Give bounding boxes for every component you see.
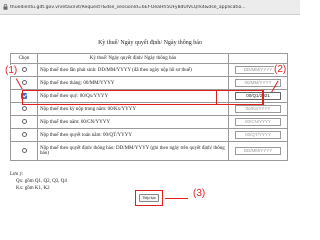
annotation-label-2: (2)	[274, 64, 287, 75]
pointer-line-3	[165, 198, 188, 200]
row-radio[interactable]	[21, 67, 27, 73]
notes-line-qx: Qx: gồm Q1, Q2, Q3, Q4	[16, 179, 67, 184]
table-row: Nộp thuế theo quyết toán năm: 00/QT/YYYY…	[10, 128, 288, 142]
input-cell: 00/MM/YYYY	[228, 76, 288, 90]
date-input[interactable]: 00/CN/YYYY	[235, 118, 281, 126]
row-radio[interactable]	[21, 119, 27, 125]
row-radio[interactable]	[21, 132, 27, 138]
date-input[interactable]: DD/MM/YYYY	[235, 147, 281, 155]
row-label: Nộp thuế theo quyết toán năm: 00/QT/YYYY	[37, 128, 229, 142]
row-label: Nộp thuế theo năm: 00/CN/YYYY	[37, 115, 229, 129]
table-row: Nộp thuế theo tháng: 00/MM/YYYY 00/MM/YY…	[10, 76, 288, 90]
table-row: Nộp thuế theo năm: 00/CN/YYYY 00/CN/YYYY	[10, 115, 288, 129]
select-cell	[10, 141, 38, 161]
row-radio[interactable]	[21, 80, 27, 86]
notes-title: Lưu ý:	[10, 172, 24, 177]
annotation-label-3: (3)	[193, 188, 206, 199]
select-cell	[10, 128, 38, 142]
row-radio[interactable]	[21, 148, 27, 154]
date-input[interactable]: 00/QT/YYYY	[235, 131, 281, 139]
input-cell: 00/CN/YYYY	[228, 115, 288, 129]
row-label: Nộp thuế theo quyết định/ thông báo: DD/…	[37, 141, 229, 161]
select-cell	[10, 115, 38, 129]
header-period: Kỳ thuế/ Ngày quyết định/ Ngày thông báo	[37, 53, 229, 64]
notes-line-kx: Kx: gồm K1, K2	[16, 186, 50, 191]
input-cell: DD/MM/YYYY	[228, 141, 288, 161]
header-input	[228, 53, 288, 64]
row-label: Nộp thuế theo lần phát sinh: DD/MM/YYYY …	[37, 63, 229, 77]
date-input-highlight	[216, 90, 263, 105]
input-cell: 00/QT/YYYY	[228, 128, 288, 142]
row-label: Nộp thuế theo tháng: 00/MM/YYYY	[37, 76, 229, 90]
tax-period-table: Chọn Kỳ thuế/ Ngày quyết định/ Ngày thôn…	[10, 53, 288, 161]
table-row: Nộp thuế theo quyết định/ thông báo: DD/…	[10, 141, 288, 161]
annotation-label-1: (1)	[5, 65, 18, 76]
header-select: Chọn	[10, 53, 38, 64]
url-text[interactable]: thuedientu.gdt.gov.vn/etaxnvt/Request?&d…	[10, 5, 280, 10]
lock-icon	[2, 4, 8, 10]
continue-button-highlight	[135, 190, 163, 206]
table-row: Nộp thuế theo lần phát sinh: DD/MM/YYYY …	[10, 63, 288, 77]
row-radio[interactable]	[21, 106, 27, 112]
browser-address-bar[interactable]: thuedientu.gdt.gov.vn/etaxnvt/Request?&d…	[0, 0, 300, 15]
date-input[interactable]: 00/Kx/YYYY	[235, 105, 281, 113]
page-title: Kỳ thuế/ Ngày quyết định/ Ngày thông báo	[98, 40, 202, 46]
table-header-row: Chọn Kỳ thuế/ Ngày quyết định/ Ngày thôn…	[10, 53, 288, 64]
